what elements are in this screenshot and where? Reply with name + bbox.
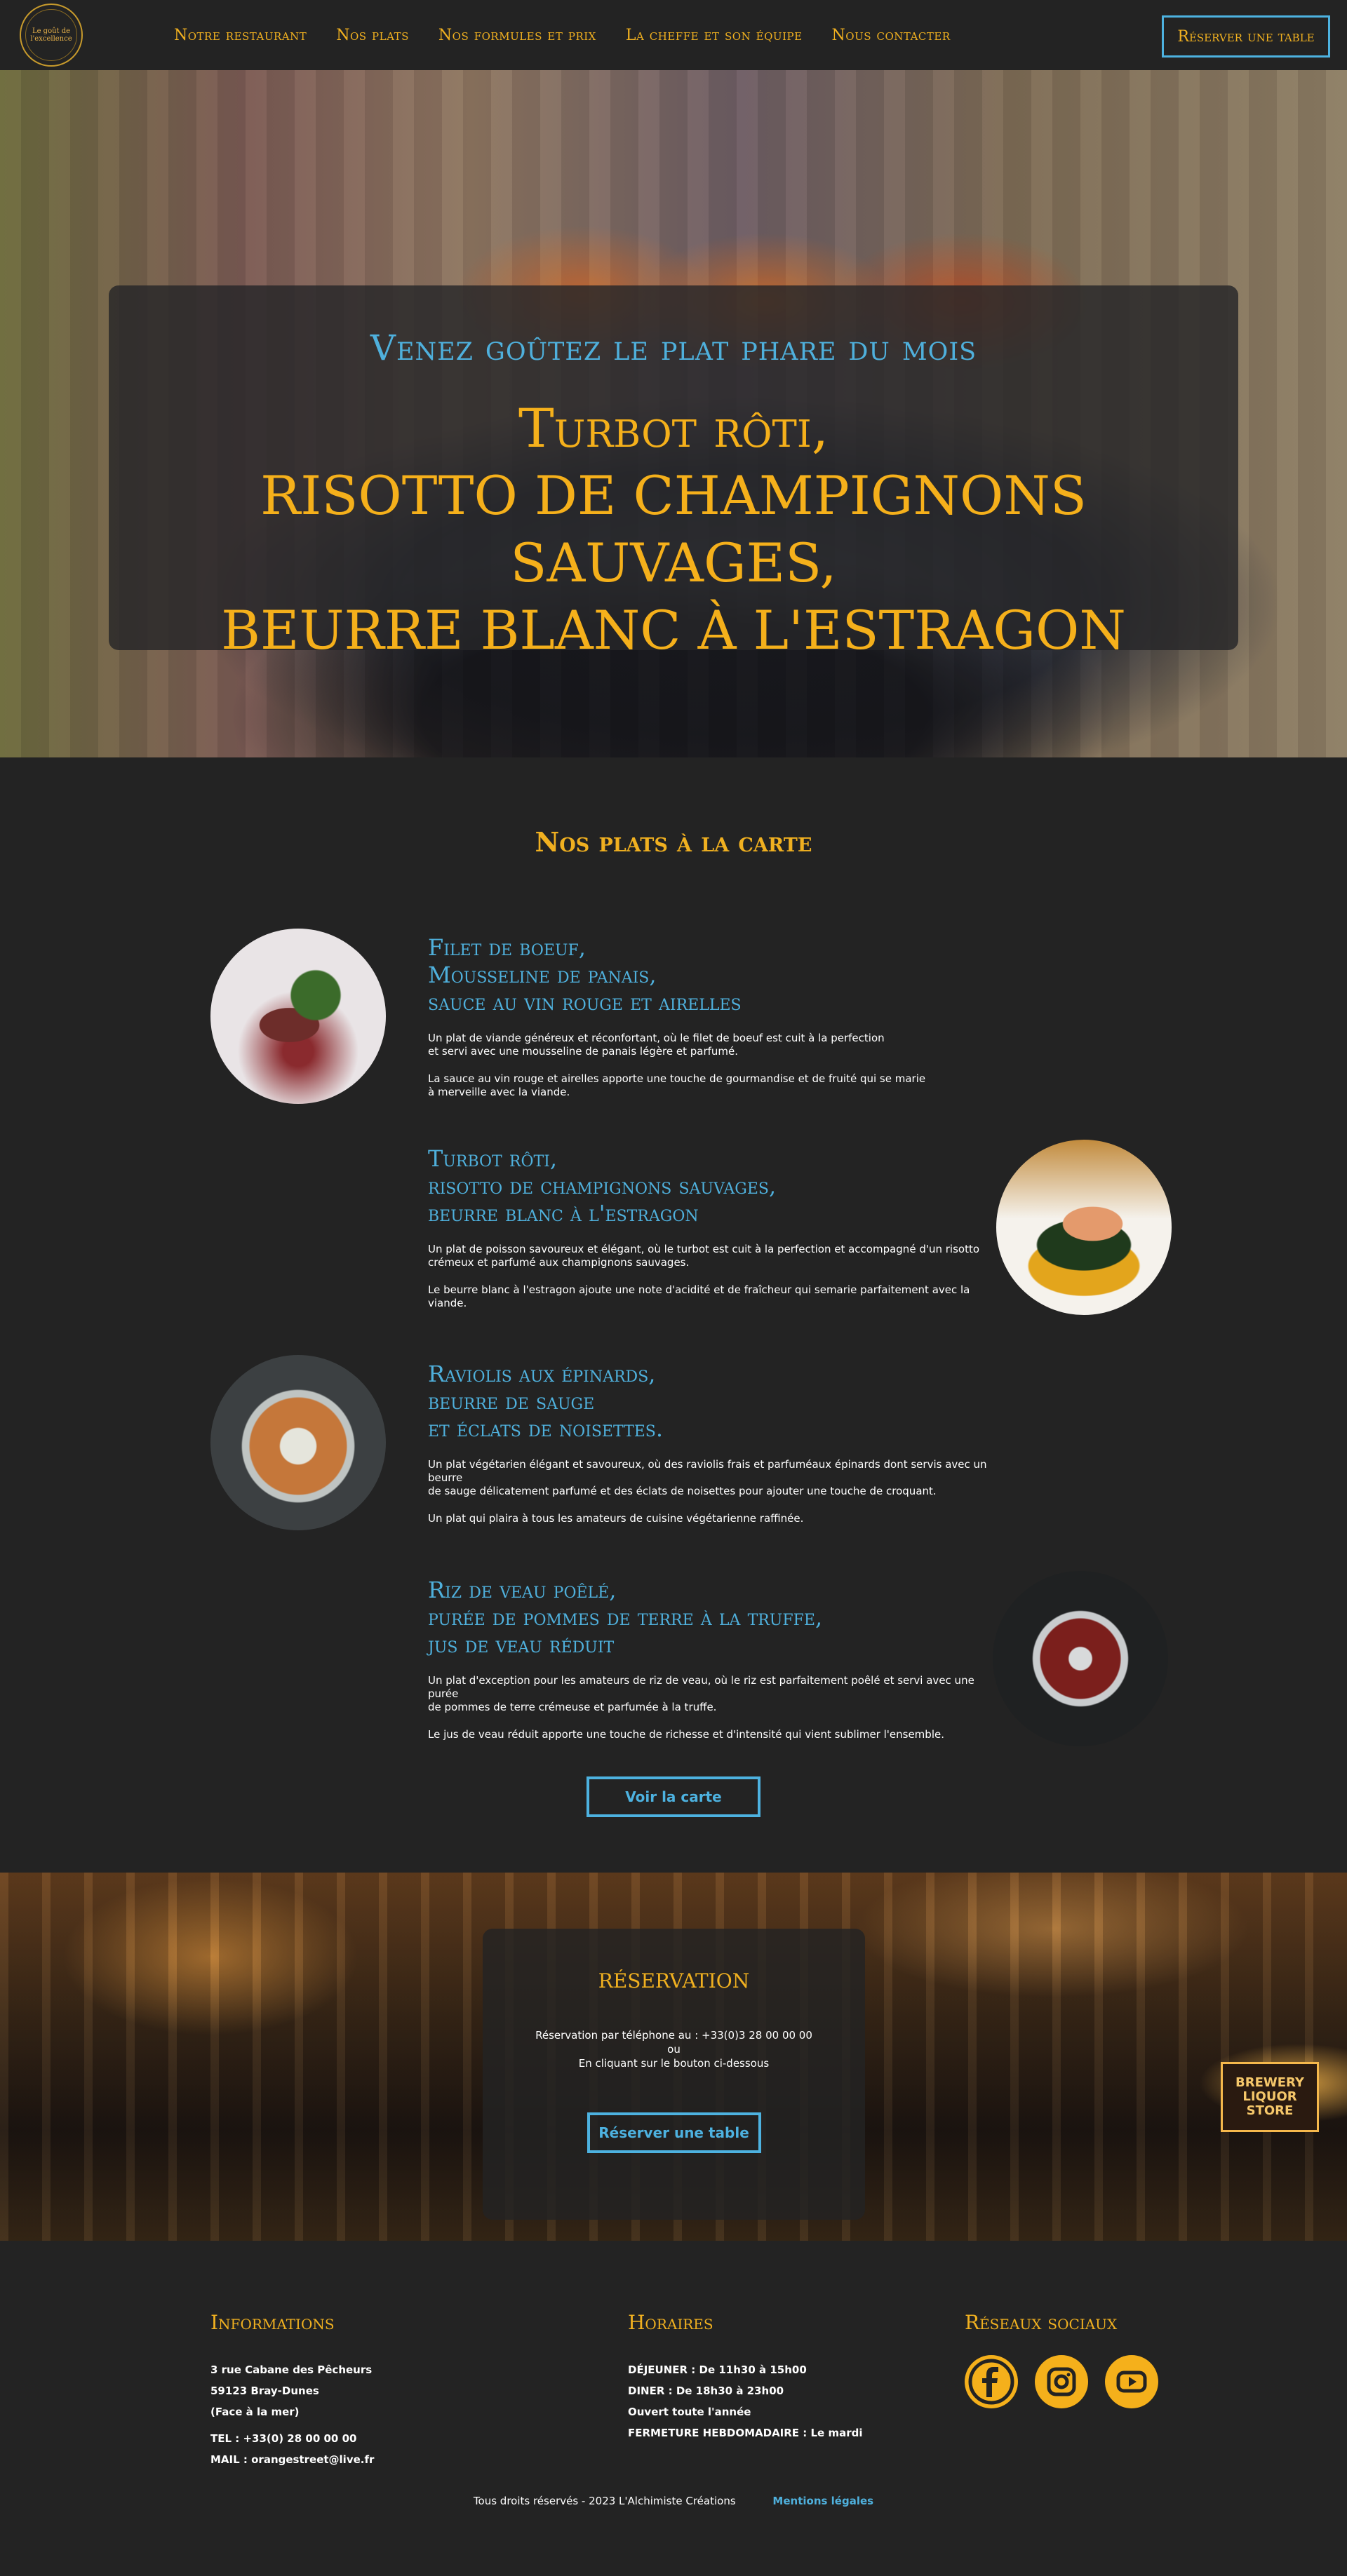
email-text[interactable]: MAIL : orangestreet@live.fr <box>210 2449 374 2470</box>
address-line: 59123 Bray-Dunes <box>210 2385 319 2397</box>
hours-closing: FERMETURE HEBDOMADAIRE : Le mardi <box>628 2427 863 2439</box>
reservation-section: BREWERY LIQUOR STORE réservation Réserva… <box>0 1873 1347 2241</box>
copyright-text: Tous droits réservés - 2023 L'Alchimiste… <box>473 2495 736 2507</box>
copyright-bar: Tous droits réservés - 2023 L'Alchimiste… <box>0 2495 1347 2507</box>
footer-social: Réseaux sociaux <box>965 2311 1158 2408</box>
dish-name-line: Filet de boeuf, <box>428 934 586 961</box>
address-line: 3 rue Cabane des Pêcheurs <box>210 2363 373 2376</box>
dish-description: Un plat qui plaira à tous les amateurs d… <box>428 1512 804 1525</box>
logo-line2: l'excellence <box>30 35 72 43</box>
dish-name: Raviolis aux épinards, beurre de sauge e… <box>428 1361 1003 1443</box>
instagram-icon[interactable] <box>1035 2355 1088 2408</box>
hours-dinner: DINER : De 18h30 à 23h00 <box>628 2385 784 2397</box>
reservation-title: réservation <box>598 1962 750 1995</box>
dish-description: Le beurre blanc à l'estragon ajoute une … <box>428 1283 970 1309</box>
dish-description: Un plat de viande généreux et réconforta… <box>428 1032 885 1058</box>
dish-text-beef: Filet de boeuf, Mousseline de panais, sa… <box>428 934 1003 1099</box>
legal-notice-link[interactable]: Mentions légales <box>772 2495 873 2507</box>
reservation-or: ou <box>667 2043 681 2056</box>
hero-title-line2: RISOTTO DE CHAMPIGNONS SAUVAGES, <box>260 464 1087 594</box>
dish-image-veal <box>993 1571 1168 1746</box>
footer-info-title: Informations <box>210 2311 335 2334</box>
nav-link-contact[interactable]: Nous contacter <box>832 27 951 44</box>
brewery-sign: BREWERY LIQUOR STORE <box>1221 2062 1319 2132</box>
address-line: (Face à la mer) <box>210 2406 300 2418</box>
hero-title-line1: Turbot rôti, <box>518 397 829 459</box>
dish-image-turbot <box>996 1140 1172 1315</box>
dish-name-line: Riz de veau poêlé, <box>428 1577 617 1603</box>
dish-name-line: sauce au vin rouge et airelles <box>428 989 742 1016</box>
reservation-panel: réservation Réservation par téléphone au… <box>483 1929 865 2220</box>
dish-name-line: Raviolis aux épinards, <box>428 1361 656 1387</box>
dish-name-line: jus de veau réduit <box>428 1631 615 1658</box>
youtube-icon[interactable] <box>1105 2355 1158 2408</box>
hero-title-line3: BEURRE BLANC À L'ESTRAGON <box>221 599 1126 661</box>
top-navigation: Le goût de l'excellence Notre restaurant… <box>0 0 1347 70</box>
dish-name-line: risotto de champignons sauvages, <box>428 1173 777 1199</box>
brewery-sign-text: BREWERY LIQUOR STORE <box>1235 2075 1304 2118</box>
facebook-icon[interactable] <box>965 2355 1018 2408</box>
hours-open: Ouvert toute l'année <box>628 2406 751 2418</box>
dish-text-turbot: Turbot rôti, risotto de champignons sauv… <box>428 1145 1003 1310</box>
dishes-title: Nos plats à la carte <box>535 826 812 858</box>
view-menu-button[interactable]: Voir la carte <box>587 1776 760 1817</box>
dish-description: Un plat végétarien élégant et savoureux,… <box>428 1458 987 1497</box>
dish-name-line: beurre de sauge <box>428 1388 595 1415</box>
restaurant-logo[interactable]: Le goût de l'excellence <box>20 4 83 67</box>
nav-link-prices[interactable]: Nos formules et prix <box>438 27 596 44</box>
hero-subtitle: Venez goûtez le plat phare du mois <box>370 328 977 368</box>
phone-text: TEL : +33(0) 28 00 00 00 <box>210 2432 357 2445</box>
dish-description: Un plat d'exception pour les amateurs de… <box>428 1674 974 1713</box>
social-links <box>965 2355 1158 2408</box>
dish-description: Le jus de veau réduit apporte une touche… <box>428 1728 944 1741</box>
dish-name-line: purée de pommes de terre à la truffe, <box>428 1604 823 1631</box>
footer-social-title: Réseaux sociaux <box>965 2311 1118 2334</box>
nav-link-restaurant[interactable]: Notre restaurant <box>174 27 307 44</box>
dishes-section: Nos plats à la carte Filet de boeuf, Mou… <box>0 757 1347 1873</box>
dish-name-line: et éclats de noisettes. <box>428 1415 664 1442</box>
reservation-text: Réservation par téléphone au : +33(0)3 2… <box>483 2028 865 2070</box>
dish-image-ravioli <box>210 1355 386 1530</box>
hours-lunch: DÉJEUNER : De 11h30 à 15h00 <box>628 2363 807 2376</box>
footer-info-body: 3 rue Cabane des Pêcheurs 59123 Bray-Dun… <box>210 2359 374 2470</box>
reservation-instruction: En cliquant sur le bouton ci-dessous <box>578 2057 770 2070</box>
footer-hours: Horaires DÉJEUNER : De 11h30 à 15h00 DIN… <box>628 2311 862 2443</box>
hero-title: Turbot rôti, RISOTTO DE CHAMPIGNONS SAUV… <box>109 395 1238 664</box>
dish-name-line: Turbot rôti, <box>428 1145 558 1172</box>
reservation-phone: Réservation par téléphone au : +33(0)3 2… <box>535 2029 812 2042</box>
book-table-nav-button[interactable]: Réserver une table <box>1162 15 1330 58</box>
logo-line1: Le goût de <box>32 27 71 35</box>
dish-text-ravioli: Raviolis aux épinards, beurre de sauge e… <box>428 1361 1003 1525</box>
book-table-button[interactable]: Réserver une table <box>587 2112 761 2153</box>
dish-text-veal: Riz de veau poêlé, purée de pommes de te… <box>428 1577 1003 1741</box>
footer-hours-title: Horaires <box>628 2311 713 2334</box>
dish-name: Riz de veau poêlé, purée de pommes de te… <box>428 1577 1003 1659</box>
dish-image-beef <box>210 929 386 1104</box>
dish-name-line: beurre blanc à l'estragon <box>428 1200 699 1227</box>
hero-panel: Venez goûtez le plat phare du mois Turbo… <box>109 285 1238 661</box>
nav-link-chef[interactable]: La cheffe et son équipe <box>626 27 803 44</box>
nav-link-dishes[interactable]: Nos plats <box>336 27 409 44</box>
dish-description: La sauce au vin rouge et airelles apport… <box>428 1072 926 1098</box>
nav-links: Notre restaurant Nos plats Nos formules … <box>174 27 951 44</box>
dish-description: Un plat de poisson savoureux et élégant,… <box>428 1243 980 1269</box>
footer: Informations 3 rue Cabane des Pêcheurs 5… <box>0 2241 1347 2576</box>
dish-name: Filet de boeuf, Mousseline de panais, sa… <box>428 934 1003 1016</box>
footer-hours-body: DÉJEUNER : De 11h30 à 15h00 DINER : De 1… <box>628 2359 862 2443</box>
hero-banner: Venez goûtez le plat phare du mois Turbo… <box>0 70 1347 757</box>
dish-name-line: Mousseline de panais, <box>428 962 657 988</box>
footer-info: Informations 3 rue Cabane des Pêcheurs 5… <box>210 2311 374 2470</box>
dish-name: Turbot rôti, risotto de champignons sauv… <box>428 1145 1003 1227</box>
